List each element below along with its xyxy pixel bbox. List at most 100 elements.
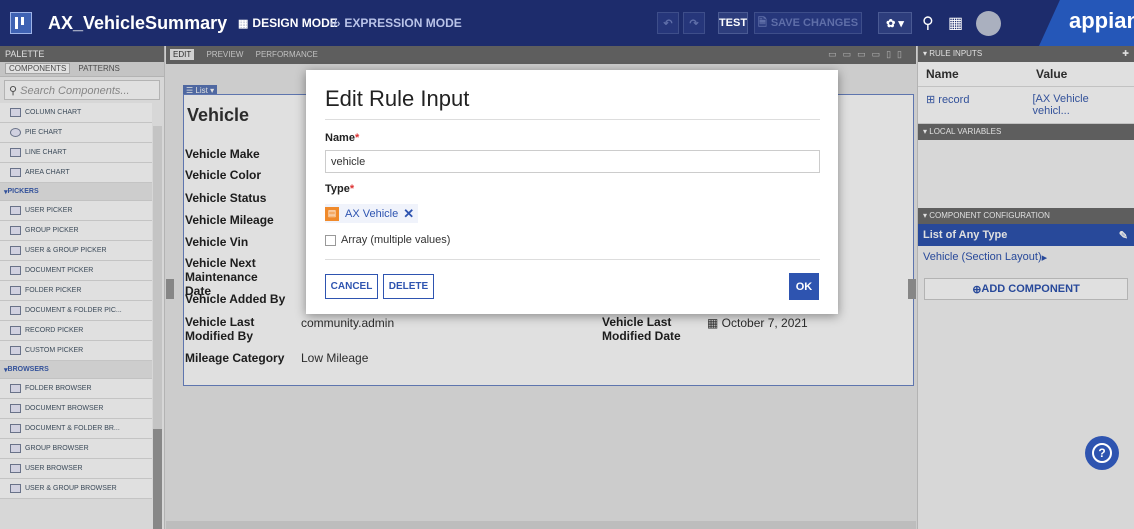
folder-picker-icon [10,286,21,295]
redo-button[interactable]: ↷ [683,12,705,34]
value-last-modified-by: community.admin [301,316,395,330]
column-chart-icon [10,108,21,117]
tab-components[interactable]: COMPONENTS [5,63,71,74]
document-folder-browser-icon [10,424,21,433]
user-search-icon[interactable]: ⚲ [922,13,934,33]
collapse-right-handle[interactable] [908,279,916,299]
design-mode-tab[interactable]: ▦ DESIGN MODE [238,16,338,30]
palette-item-document-picker[interactable]: DOCUMENT PICKER [0,261,152,281]
avatar[interactable] [976,11,1001,36]
tab-edit[interactable]: EDIT [170,49,195,60]
undo-button[interactable]: ↶ [657,12,679,34]
rule-input-name[interactable]: ⊞ record [926,93,1032,117]
delete-button[interactable]: DELETE [383,274,434,299]
palette-item-user-group-browser[interactable]: USER & GROUP BROWSER [0,479,152,499]
device-preview-icons[interactable]: ▭▭▭▭▯▯ [828,49,908,60]
divider [325,119,820,120]
pie-chart-icon [10,128,21,137]
user-browser-icon [10,464,21,473]
value-last-modified-date: ▦ October 7, 2021 [707,316,808,330]
tab-patterns[interactable]: PATTERNS [78,64,119,74]
type-chip[interactable]: ▤ AX Vehicle ✕ [325,204,419,223]
palette-title: PALETTE [0,46,164,62]
top-bar: AX_VehicleSummary ▦ DESIGN MODE ‹/› EXPRES… [0,0,1134,46]
group-picker-icon [10,226,21,235]
component-search-input[interactable]: ⚲ Search Components... [4,80,160,100]
search-icon: ⚲ [9,85,21,97]
rule-input-value: [AX Vehicle vehicl... [1032,93,1089,117]
canvas-horizontal-scrollbar[interactable] [166,521,916,529]
custom-picker-icon [10,346,21,355]
palette-panel: PALETTE COMPONENTS PATTERNS ⚲ Search Com… [0,46,165,529]
palette-section-browsers[interactable]: ▾ BROWSERS [0,361,152,379]
help-button[interactable]: ? [1085,436,1119,470]
remove-type-icon[interactable]: ✕ [403,206,414,222]
tab-performance[interactable]: PERFORMANCE [256,50,318,59]
rule-input-row[interactable]: ⊞ record [AX Vehicle vehicl... [918,87,1134,124]
label-vehicle-mileage: Vehicle Mileage [185,213,274,227]
calendar-icon: ▦ [707,316,722,330]
record-picker-icon [10,326,21,335]
user-group-browser-icon [10,484,21,493]
array-checkbox[interactable]: Array (multiple values) [325,234,450,246]
local-variables-title: ▾ LOCAL VARIABLES [918,124,1134,140]
palette-item-user-browser[interactable]: USER BROWSER [0,459,152,479]
edit-icon[interactable]: ✎ [1119,229,1128,242]
label-vehicle-last-modified-by: Vehicle Last Modified By [185,315,255,343]
palette-item-document-folder-browser[interactable]: DOCUMENT & FOLDER BR... [0,419,152,439]
save-icon: 🗎 [757,16,767,29]
palette-item-document-folder-picker[interactable]: DOCUMENT & FOLDER PIC... [0,301,152,321]
palette-item-group-picker[interactable]: GROUP PICKER [0,221,152,241]
rule-inputs-title: ▾ RULE INPUTS ✚ [918,46,1134,62]
divider [325,259,820,260]
palette-item-record-picker[interactable]: RECORD PICKER [0,321,152,341]
tab-preview[interactable]: PREVIEW [206,50,243,59]
name-field[interactable]: vehicle [325,150,820,173]
label-vehicle-last-modified-date: Vehicle Last Modified Date [602,315,681,343]
local-variables-empty [918,140,1134,200]
gear-icon: ✿ ▾ [886,17,904,30]
palette-item-column-chart[interactable]: COLUMN CHART [0,103,152,123]
line-chart-icon [10,148,21,157]
value-mileage-category: Low Mileage [301,351,369,365]
canvas-toolbar: EDIT PREVIEW PERFORMANCE ▭▭▭▭▯▯ [166,46,916,64]
label-vehicle-color: Vehicle Color [185,168,262,182]
config-item-vehicle-section-layout[interactable]: Vehicle (Section Layout) ▸ [918,246,1134,268]
palette-item-folder-browser[interactable]: FOLDER BROWSER [0,379,152,399]
palette-scrollbar[interactable] [153,126,162,529]
palette-item-line-chart[interactable]: LINE CHART [0,143,152,163]
expression-mode-tab[interactable]: ‹/› EXPRESSION MODE [330,16,462,30]
add-rule-input-icon[interactable]: ✚ [1122,49,1129,58]
palette-section-pickers[interactable]: ▾ PICKERS [0,183,152,201]
component-configuration-title: ▾ COMPONENT CONFIGURATION [918,208,1134,224]
config-item-list-of-any-type[interactable]: List of Any Type ✎ [918,224,1134,246]
palette-item-group-browser[interactable]: GROUP BROWSER [0,439,152,459]
question-icon: ? [1092,443,1112,463]
palette-item-folder-picker[interactable]: FOLDER PICKER [0,281,152,301]
palette-item-area-chart[interactable]: AREA CHART [0,163,152,183]
settings-menu-button[interactable]: ✿ ▾ [878,12,912,34]
palette-item-document-browser[interactable]: DOCUMENT BROWSER [0,399,152,419]
document-folder-picker-icon [10,306,21,315]
palette-item-pie-chart[interactable]: PIE CHART [0,123,152,143]
add-component-button[interactable]: ⊕ ADD COMPONENT [924,278,1128,300]
app-title: AX_VehicleSummary [48,13,228,33]
palette-item-user-group-picker[interactable]: USER & GROUP PICKER [0,241,152,261]
label-vehicle-status: Vehicle Status [185,191,267,205]
save-changes-button[interactable]: 🗎 SAVE CHANGES [754,12,862,34]
test-button[interactable]: TEST [718,12,748,34]
palette-tabs: COMPONENTS PATTERNS [0,62,164,77]
expand-icon: ⊞ [926,94,939,106]
cancel-button[interactable]: CANCEL [325,274,378,299]
palette-item-user-picker[interactable]: USER PICKER [0,201,152,221]
palette-item-custom-picker[interactable]: CUSTOM PICKER [0,341,152,361]
edit-rule-input-dialog: Edit Rule Input Name* vehicle Type* ▤ AX… [306,70,838,314]
collapse-left-handle[interactable] [166,279,174,299]
design-mode-icon: ▦ [238,18,249,30]
record-type-icon: ▤ [325,206,339,221]
app-grid-icon[interactable]: ▦ [948,13,963,33]
checkbox-box[interactable] [325,234,336,246]
ok-button[interactable]: OK [789,273,819,300]
palette-scrollbar-thumb[interactable] [153,429,162,529]
user-group-picker-icon [10,246,21,255]
